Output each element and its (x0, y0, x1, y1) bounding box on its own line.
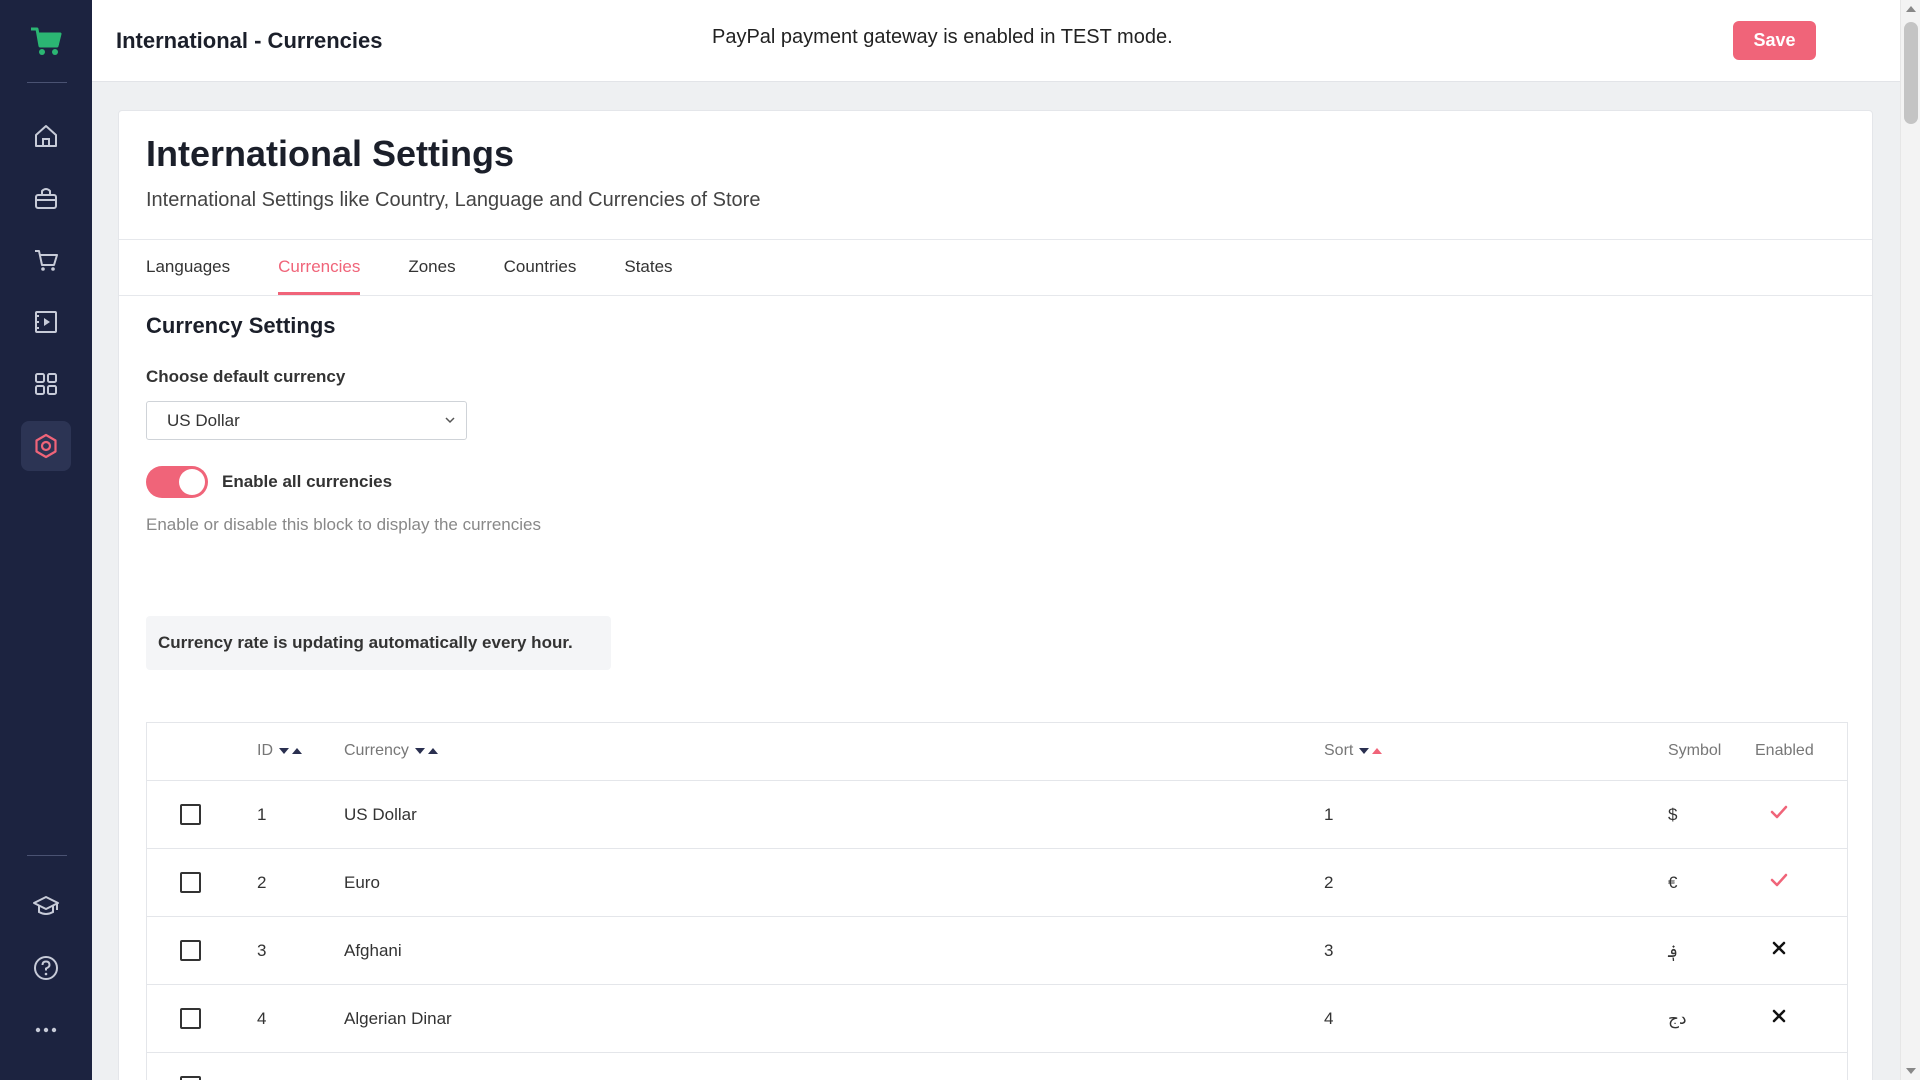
column-header-currency: Currency (344, 742, 438, 760)
default-currency-select[interactable]: US Dollar (146, 401, 467, 440)
settings-tabs: Languages Currencies Zones Countries Sta… (146, 239, 721, 295)
sidebar-item-more[interactable] (21, 1005, 71, 1055)
row-checkbox[interactable] (180, 872, 201, 893)
currency-settings-heading: Currency Settings (146, 313, 336, 338)
sidebar-item-media[interactable] (21, 297, 71, 347)
more-icon (35, 1027, 57, 1033)
row-checkbox[interactable] (180, 1008, 201, 1029)
international-settings-card: International Settings International Set… (118, 110, 1873, 1080)
scroll-down-arrow-icon[interactable] (1906, 1068, 1916, 1074)
column-header-currency-label: Currency (344, 742, 409, 759)
sidebar-divider (27, 82, 67, 83)
disabled-x-icon[interactable] (1770, 1007, 1788, 1025)
column-header-id-label: ID (257, 742, 273, 759)
sidebar-item-help[interactable] (21, 943, 71, 993)
help-icon (34, 956, 58, 980)
table-row[interactable]: 1 US Dollar 1 $ (147, 781, 1847, 849)
row-id: 4 (257, 1009, 267, 1028)
sidebar-item-settings[interactable] (21, 421, 71, 471)
row-id: 3 (257, 941, 267, 960)
enable-all-currencies-toggle[interactable] (146, 466, 208, 498)
tabs-divider-bottom (119, 295, 1872, 296)
sidebar-item-orders[interactable] (21, 235, 71, 285)
row-id: 1 (257, 805, 267, 824)
enable-all-help-text: Enable or disable this block to display … (146, 515, 541, 534)
row-currency: Algerian Dinar (344, 1009, 452, 1028)
sidebar-divider (27, 855, 67, 856)
sidebar-item-products[interactable] (21, 173, 71, 223)
row-sort: 2 (1324, 873, 1334, 892)
sort-asc-icon[interactable] (292, 748, 302, 754)
scroll-up-arrow-icon[interactable] (1906, 6, 1916, 12)
row-currency: US Dollar (344, 805, 417, 824)
table-row[interactable]: 3 Afghani 3 ؋ (147, 917, 1847, 985)
default-currency-label: Choose default currency (146, 367, 346, 386)
cart-logo-icon[interactable] (28, 24, 64, 60)
row-sort: 3 (1324, 941, 1334, 960)
page-title: International - Currencies (116, 28, 383, 53)
tab-currencies[interactable]: Currencies (278, 239, 361, 295)
row-checkbox[interactable] (180, 1076, 201, 1080)
disabled-x-icon[interactable] (1770, 939, 1788, 957)
currency-rate-info-box: Currency rate is updating automatically … (146, 616, 611, 670)
row-symbol: $ (1668, 805, 1678, 824)
column-header-enabled: Enabled (1755, 742, 1814, 759)
scrollbar-thumb[interactable] (1904, 22, 1918, 124)
page-scrollbar[interactable] (1900, 0, 1920, 1080)
table-row[interactable]: 2 Euro 2 € (147, 849, 1847, 917)
row-currency: Euro (344, 873, 380, 892)
apps-grid-icon (35, 373, 57, 395)
default-currency-value: US Dollar (167, 411, 240, 430)
enabled-check-icon[interactable] (1770, 871, 1788, 889)
row-sort: 4 (1324, 1009, 1334, 1028)
sort-desc-icon[interactable] (1359, 748, 1370, 754)
toggle-knob (179, 469, 205, 495)
column-header-sort-label: Sort (1324, 742, 1354, 759)
cart-icon (35, 250, 58, 271)
tab-zones[interactable]: Zones (408, 239, 455, 295)
row-sort: 1 (1324, 805, 1334, 824)
sort-asc-icon[interactable] (427, 748, 438, 754)
table-header: ID Currency Sort Symbol Enabled (147, 723, 1847, 781)
tab-languages[interactable]: Languages (146, 239, 230, 295)
row-symbol: ؋ (1668, 942, 1678, 961)
enabled-check-icon[interactable] (1770, 803, 1788, 821)
paypal-test-mode-notice: PayPal payment gateway is enabled in TES… (712, 26, 1173, 48)
currencies-table: ID Currency Sort Symbol Enabled 1 US Dol… (146, 722, 1848, 1080)
row-checkbox[interactable] (180, 804, 201, 825)
row-symbol: € (1668, 873, 1678, 892)
chevron-down-icon (445, 417, 455, 424)
home-icon (35, 125, 57, 147)
tab-states[interactable]: States (624, 239, 672, 295)
sidebar (0, 0, 92, 1080)
bag-icon (35, 188, 57, 209)
row-symbol: دج (1668, 1009, 1687, 1028)
row-id: 2 (257, 873, 267, 892)
settings-title: International Settings (146, 133, 515, 174)
row-checkbox[interactable] (180, 940, 201, 961)
sidebar-item-apps[interactable] (21, 359, 71, 409)
column-header-sort: Sort (1324, 742, 1383, 760)
graduation-cap-icon (33, 896, 59, 915)
settings-icon (35, 433, 57, 459)
settings-subtitle: International Settings like Country, Lan… (146, 189, 761, 211)
table-row[interactable] (147, 1053, 1847, 1080)
media-icon (35, 311, 57, 333)
sidebar-item-academy[interactable] (21, 881, 71, 931)
top-bar: International - Currencies PayPal paymen… (92, 0, 1900, 82)
sidebar-item-home[interactable] (21, 111, 71, 161)
column-header-symbol: Symbol (1668, 742, 1722, 759)
sort-desc-icon[interactable] (279, 748, 289, 754)
save-button[interactable]: Save (1733, 21, 1816, 60)
sort-asc-active-icon[interactable] (1372, 748, 1383, 754)
column-header-id: ID (257, 742, 302, 760)
row-currency: Afghani (344, 941, 402, 960)
enable-all-currencies-label: Enable all currencies (222, 472, 393, 491)
table-row[interactable]: 4 Algerian Dinar 4 دج (147, 985, 1847, 1053)
tab-countries[interactable]: Countries (504, 239, 577, 295)
currency-rate-info: Currency rate is updating automatically … (158, 633, 573, 652)
sort-desc-icon[interactable] (414, 748, 425, 754)
